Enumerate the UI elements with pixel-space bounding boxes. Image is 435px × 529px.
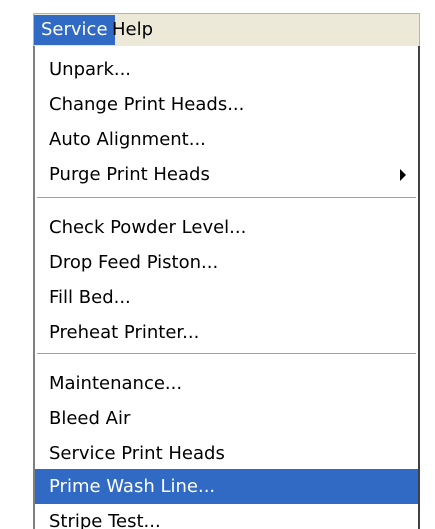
menu-item-prime-wash-line[interactable]: Prime Wash Line... (35, 469, 418, 504)
menu-item-service-print-heads[interactable]: Service Print Heads (35, 436, 418, 471)
submenu-arrow-icon (400, 169, 406, 181)
menu-item-check-powder-level[interactable]: Check Powder Level... (35, 210, 418, 245)
menu-separator (37, 197, 416, 199)
menu-bar: Service Help (33, 13, 420, 46)
menu-item-label: Service Print Heads (49, 443, 225, 464)
menu-item-label: Unpark... (49, 59, 132, 80)
menu-separator (37, 353, 416, 355)
menu-item-label: Auto Alignment... (49, 129, 206, 150)
menu-item-drop-feed-piston[interactable]: Drop Feed Piston... (35, 245, 418, 280)
menu-item-label: Prime Wash Line... (49, 476, 216, 497)
menu-item-bleed-air[interactable]: Bleed Air (35, 401, 418, 436)
menu-item-label: Stripe Test... (49, 511, 161, 529)
menu-item-purge-print-heads[interactable]: Purge Print Heads (35, 157, 418, 192)
menu-item-label: Maintenance... (49, 373, 183, 394)
menu-item-label: Drop Feed Piston... (49, 252, 219, 273)
menu-item-preheat-printer[interactable]: Preheat Printer... (35, 315, 418, 350)
application-window-fragment: Service Help Unpark... Change Print Head… (0, 0, 435, 529)
menu-service[interactable]: Service (34, 15, 115, 45)
menu-item-maintenance[interactable]: Maintenance... (35, 366, 418, 401)
menu-item-label: Fill Bed... (49, 287, 131, 308)
menu-item-auto-alignment[interactable]: Auto Alignment... (35, 122, 418, 157)
menu-item-unpark[interactable]: Unpark... (35, 52, 418, 87)
menu-help[interactable]: Help (105, 15, 160, 45)
service-dropdown-menu: Unpark... Change Print Heads... Auto Ali… (33, 46, 420, 529)
menu-item-label: Bleed Air (49, 408, 131, 429)
menu-item-stripe-test[interactable]: Stripe Test... (35, 504, 418, 529)
menu-item-label: Preheat Printer... (49, 322, 200, 343)
menu-item-label: Change Print Heads... (49, 94, 245, 115)
menu-item-label: Check Powder Level... (49, 217, 247, 238)
menu-item-fill-bed[interactable]: Fill Bed... (35, 280, 418, 315)
menu-item-change-print-heads[interactable]: Change Print Heads... (35, 87, 418, 122)
menu-item-label: Purge Print Heads (49, 164, 210, 185)
